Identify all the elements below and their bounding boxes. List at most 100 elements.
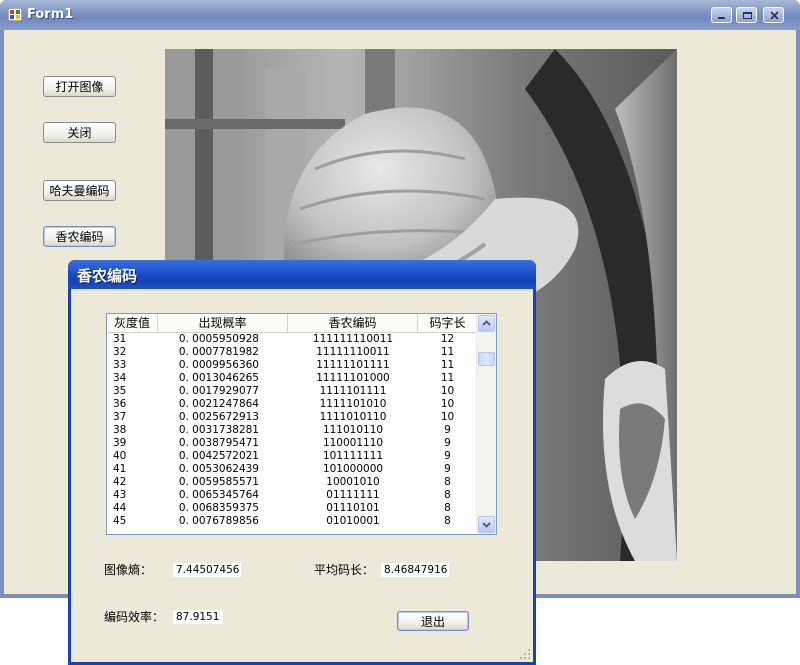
table-row[interactable]: 38 0. 0031738281 111010110 9: [107, 424, 477, 437]
cell-code-length: 8: [444, 489, 451, 501]
table-row[interactable]: 40 0. 0042572021 101111111 9: [107, 450, 477, 463]
entropy-label: 图像熵：: [104, 563, 153, 577]
cell-probability: 0. 0007781982: [178, 346, 259, 358]
exit-button[interactable]: 退出: [397, 611, 469, 631]
table-row[interactable]: 39 0. 0038795471 110001110 9: [107, 437, 477, 450]
scroll-up-button[interactable]: [478, 315, 495, 332]
cell-probability: 0. 0017929077: [178, 385, 259, 397]
maximize-button[interactable]: [736, 7, 757, 23]
cell-probability: 0. 0031738281: [178, 424, 259, 436]
close-button[interactable]: 关闭: [43, 122, 116, 143]
table-row[interactable]: 33 0. 0009956360 11111101111 11: [107, 359, 477, 372]
scroll-down-button[interactable]: [478, 516, 495, 533]
table-row[interactable]: 35 0. 0017929077 1111101111 10: [107, 385, 477, 398]
cell-code-length: 11: [440, 346, 455, 358]
cell-probability: 0. 0065345764: [178, 489, 259, 501]
cell-shannon-code: 01110101: [326, 502, 380, 514]
cell-probability: 0. 0042572021: [178, 450, 259, 462]
table-row[interactable]: 34 0. 0013046265 11111101000 11: [107, 372, 477, 385]
table-row[interactable]: 45 0. 0076789856 01010001 8: [107, 515, 477, 528]
dialog-frame-left: [68, 289, 71, 665]
cell-shannon-code: 110001110: [322, 437, 384, 449]
cell-gray-value: 44: [113, 502, 127, 514]
cell-gray-value: 36: [113, 398, 127, 410]
minimize-icon: [718, 17, 725, 19]
cell-shannon-code: 111111110011: [312, 333, 394, 345]
cell-shannon-code: 1111101010: [319, 398, 387, 410]
dialog-frame-right: [533, 289, 536, 665]
cell-code-length: 9: [444, 424, 451, 436]
avg-length-value[interactable]: 8.46847916: [381, 563, 449, 577]
dialog-title-bar[interactable]: 香农编码: [68, 260, 536, 289]
efficiency-label: 编码效率：: [104, 610, 165, 624]
cell-probability: 0. 0009956360: [178, 359, 259, 371]
cell-code-length: 11: [440, 372, 455, 384]
close-icon: [770, 11, 779, 20]
cell-shannon-code: 01111111: [326, 489, 380, 501]
header-code-length[interactable]: 码字长: [418, 314, 477, 332]
close-window-button[interactable]: [763, 7, 784, 23]
main-title-bar[interactable]: Form1: [0, 0, 800, 30]
cell-code-length: 11: [440, 359, 455, 371]
header-probability[interactable]: 出现概率: [158, 314, 288, 332]
table-row[interactable]: 43 0. 0065345764 01111111 8: [107, 489, 477, 502]
cell-gray-value: 42: [113, 476, 127, 488]
scroll-thumb[interactable]: [478, 352, 495, 366]
table-body: 31 0. 0005950928 111111110011 12 32 0. 000778…: [107, 333, 477, 528]
cell-gray-value: 40: [113, 450, 127, 462]
table-row[interactable]: 44 0. 0068359375 01110101 8: [107, 502, 477, 515]
cell-shannon-code: 11111101111: [316, 359, 390, 371]
cell-probability: 0. 0068359375: [178, 502, 259, 514]
cell-code-length: 8: [444, 502, 451, 514]
cell-shannon-code: 11111110011: [316, 346, 390, 358]
cell-shannon-code: 11111101000: [316, 372, 390, 384]
chevron-down-icon: [482, 522, 491, 528]
table-row[interactable]: 37 0. 0025672913 1111010110 10: [107, 411, 477, 424]
resize-grip-icon[interactable]: [519, 648, 531, 660]
cell-probability: 0. 0053062439: [178, 463, 259, 475]
cell-probability: 0. 0038795471: [178, 437, 259, 449]
app-icon: [8, 8, 22, 21]
cell-probability: 0. 0013046265: [178, 372, 259, 384]
cell-gray-value: 43: [113, 489, 127, 501]
cell-code-length: 8: [444, 476, 451, 488]
header-gray-value[interactable]: 灰度值: [107, 314, 158, 332]
table-row[interactable]: 36 0. 0021247864 1111101010 10: [107, 398, 477, 411]
open-image-button[interactable]: 打开图像: [43, 76, 116, 97]
window-title: Form1: [27, 7, 74, 22]
cell-gray-value: 31: [113, 333, 127, 345]
cell-shannon-code: 101111111: [322, 450, 384, 462]
shannon-dialog: 香农编码 灰度值 出现概率 香农编码 码字长 31 0. 0005950928 11…: [68, 260, 536, 665]
shannon-encode-button[interactable]: 香农编码: [43, 226, 116, 247]
cell-code-length: 12: [440, 333, 455, 345]
minimize-button[interactable]: [711, 7, 732, 23]
cell-gray-value: 34: [113, 372, 127, 384]
maximize-icon: [743, 12, 752, 19]
entropy-value[interactable]: 7.44507456: [173, 563, 241, 577]
cell-code-length: 8: [444, 515, 451, 527]
table-row[interactable]: 32 0. 0007781982 11111110011 11: [107, 346, 477, 359]
cell-code-length: 9: [444, 463, 451, 475]
cell-code-length: 10: [440, 385, 455, 397]
table-row[interactable]: 41 0. 0053062439 101000000 9: [107, 463, 477, 476]
cell-gray-value: 41: [113, 463, 127, 475]
cell-code-length: 9: [444, 437, 451, 449]
cell-shannon-code: 10001010: [326, 476, 380, 488]
table-row[interactable]: 31 0. 0005950928 111111110011 12: [107, 333, 477, 346]
vertical-scrollbar[interactable]: [476, 314, 496, 534]
cell-code-length: 10: [440, 411, 455, 423]
huffman-encode-button[interactable]: 哈夫曼编码: [43, 180, 116, 201]
efficiency-value[interactable]: 87.9151: [173, 610, 223, 624]
cell-gray-value: 35: [113, 385, 127, 397]
header-shannon-code[interactable]: 香农编码: [288, 314, 418, 332]
chevron-up-icon: [482, 320, 491, 326]
cell-shannon-code: 111010110: [322, 424, 384, 436]
cell-probability: 0. 0025672913: [178, 411, 259, 423]
code-table[interactable]: 灰度值 出现概率 香农编码 码字长 31 0. 0005950928 1111111…: [106, 313, 497, 535]
cell-gray-value: 45: [113, 515, 127, 527]
cell-probability: 0. 0059585571: [178, 476, 259, 488]
cell-gray-value: 33: [113, 359, 127, 371]
table-row[interactable]: 42 0. 0059585571 10001010 8: [107, 476, 477, 489]
cell-probability: 0. 0005950928: [178, 333, 259, 345]
cell-code-length: 9: [444, 450, 451, 462]
